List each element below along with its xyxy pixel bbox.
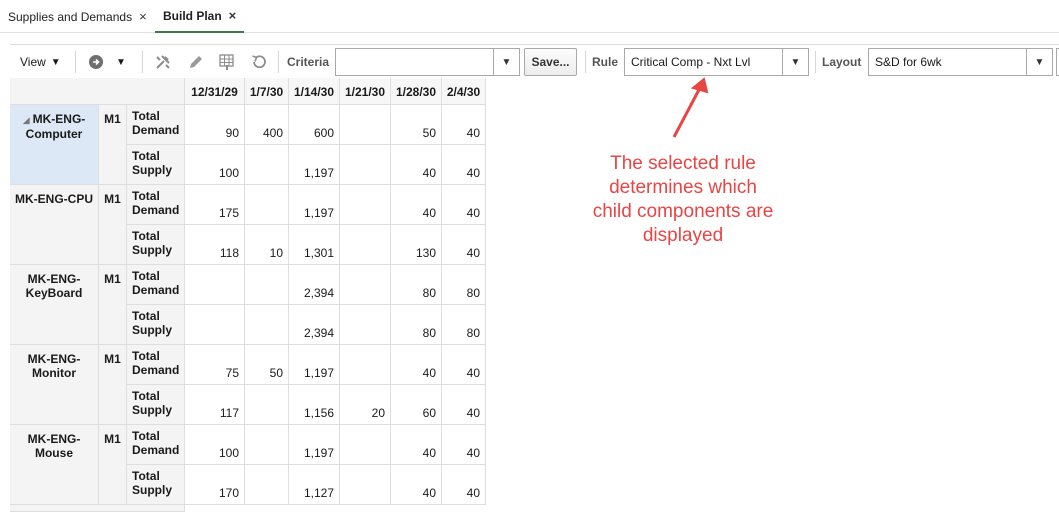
annotation-note: The selected rule determines which child… xyxy=(568,152,798,248)
annotation-line: displayed xyxy=(642,225,724,246)
annotation-arrow xyxy=(672,77,709,138)
annotation-line: determines which xyxy=(609,177,757,198)
annotation-line: The selected rule xyxy=(610,153,756,174)
annotation-line: child components are xyxy=(592,201,774,222)
